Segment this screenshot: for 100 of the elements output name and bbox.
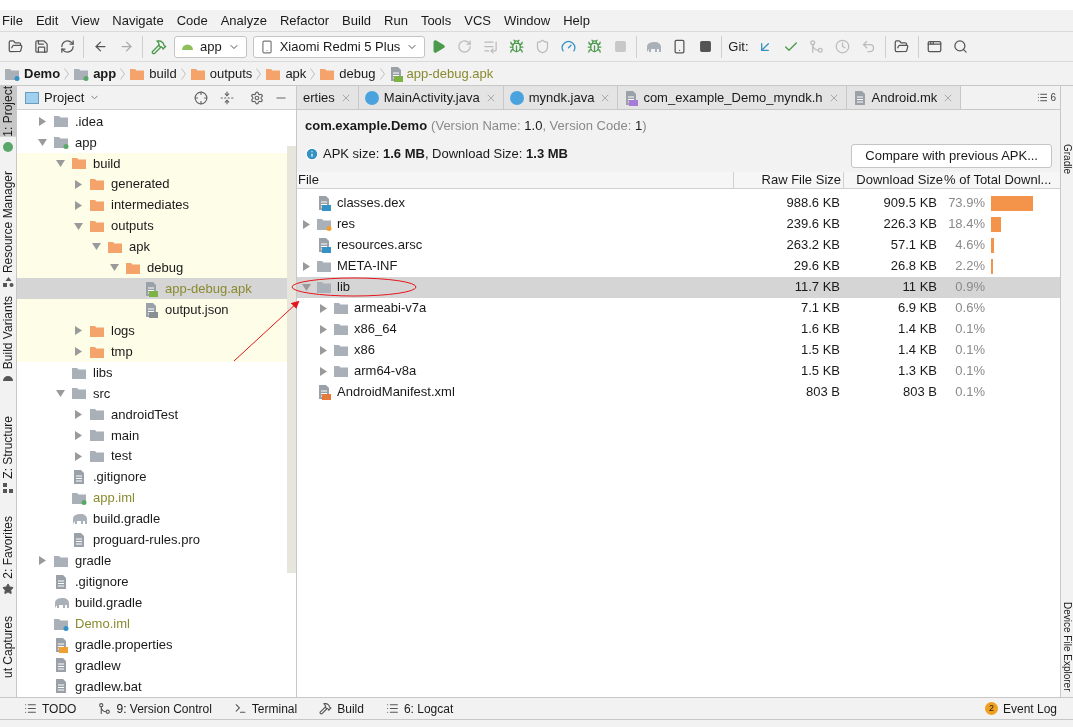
tree-item[interactable]: gradlew.bat (17, 675, 287, 697)
tool-window-tab[interactable]: 2: Favorites (0, 516, 16, 579)
table-row[interactable]: lib 11.7 KB 11 KB 0.9% (297, 276, 1060, 298)
column-header[interactable]: File (297, 169, 734, 190)
menu-item[interactable]: Code (176, 10, 208, 31)
menu-item[interactable]: Window (503, 10, 551, 31)
collapsed-arrow-icon[interactable] (74, 409, 83, 419)
tree-item[interactable]: app.iml (17, 487, 287, 509)
tree-item[interactable]: output.json (17, 299, 287, 321)
editor-tab[interactable]: Android.mk (846, 86, 962, 109)
table-row[interactable]: classes.dex 988.6 KB 909.5 KB 73.9% (297, 192, 1060, 214)
tree-item[interactable]: .gitignore (17, 466, 287, 488)
collapsed-arrow-icon[interactable] (74, 200, 83, 210)
tree-item[interactable]: src (17, 383, 287, 404)
collapsed-arrow-icon[interactable] (74, 451, 83, 461)
breadcrumb[interactable]: debug (319, 63, 376, 84)
tree-item[interactable]: .gitignore (17, 571, 287, 593)
tool-window-button[interactable]: TODO (24, 699, 77, 718)
tool-window-tab[interactable]: 1: Project (0, 86, 16, 137)
editor-tab[interactable]: com_example_Demo_myndk.h (618, 86, 847, 109)
collapsed-arrow-icon[interactable] (319, 366, 328, 376)
expanded-arrow-icon[interactable] (56, 158, 65, 168)
locate-icon[interactable] (194, 90, 208, 105)
editor-tab[interactable]: myndk.java (503, 86, 619, 109)
menu-item[interactable]: Tools (420, 10, 452, 31)
collapsed-arrow-icon[interactable] (74, 179, 83, 189)
menu-item[interactable]: View (71, 10, 100, 31)
column-header[interactable]: % of Total Downl... (943, 169, 1060, 190)
tool-window-tab[interactable]: Gradle (1061, 144, 1073, 174)
menu-item[interactable]: Navigate (112, 10, 164, 31)
tree-item[interactable]: libs (17, 362, 287, 383)
tree-item[interactable]: gradlew (17, 654, 287, 676)
collapsed-arrow-icon[interactable] (302, 219, 311, 229)
breadcrumb[interactable]: outputs (189, 63, 253, 84)
event-log-button[interactable]: 2 Event Log (984, 699, 1057, 718)
table-row[interactable]: META-INF 29.6 KB 26.8 KB 2.2% (297, 255, 1060, 277)
tree-item[interactable]: .idea (17, 111, 287, 132)
menu-item[interactable]: Analyze (220, 10, 267, 31)
collapsed-arrow-icon[interactable] (319, 324, 328, 334)
menu-item[interactable]: Refactor (279, 10, 330, 31)
table-row[interactable]: armeabi-v7a 7.1 KB 6.9 KB 0.6% (297, 297, 1060, 319)
column-header[interactable]: Download Size (844, 169, 943, 190)
tree-item[interactable]: debug (17, 257, 287, 279)
menu-item[interactable]: Help (563, 10, 590, 31)
compare-button[interactable]: Compare with previous APK... (851, 143, 1052, 168)
tool-window-tab[interactable]: Build Variants (0, 296, 16, 370)
tree-item[interactable]: outputs (17, 215, 287, 237)
tool-window-button[interactable]: Build (319, 699, 364, 718)
breadcrumb[interactable]: app (73, 63, 117, 84)
tree-item[interactable]: build.gradle (17, 592, 287, 614)
table-row[interactable]: x86 1.5 KB 1.4 KB 0.1% (297, 339, 1060, 361)
editor-tab[interactable]: erties (297, 86, 359, 109)
table-row[interactable]: x86_64 1.6 KB 1.4 KB 0.1% (297, 318, 1060, 340)
expanded-arrow-icon[interactable] (74, 221, 83, 231)
collapsed-arrow-icon[interactable] (302, 261, 311, 271)
collapsed-arrow-icon[interactable] (38, 556, 47, 566)
run-config-dropdown[interactable]: app (174, 35, 247, 58)
tree-item[interactable]: Demo.iml (17, 613, 287, 635)
tree-item[interactable]: app (17, 131, 287, 153)
collapsed-arrow-icon[interactable] (319, 345, 328, 355)
tree-item[interactable]: build (17, 152, 287, 174)
tool-window-tab[interactable]: Device File Explorer (1061, 601, 1073, 691)
tree-item[interactable]: apk (17, 236, 287, 258)
breadcrumb[interactable]: Demo (4, 63, 61, 84)
tree-item[interactable]: proguard-rules.pro (17, 529, 287, 551)
tree-item[interactable]: intermediates (17, 194, 287, 216)
collapsed-arrow-icon[interactable] (74, 430, 83, 440)
column-header[interactable]: Raw File Size (734, 169, 844, 190)
settings-icon[interactable] (250, 90, 264, 105)
tool-window-button[interactable]: Terminal (233, 699, 298, 718)
tree-item[interactable]: main (17, 424, 287, 446)
scrollbar-thumb[interactable] (287, 146, 296, 573)
collapsed-arrow-icon[interactable] (38, 116, 47, 126)
tree-item[interactable]: gradle.properties (17, 634, 287, 655)
editor-tab[interactable]: MainActivity.java (358, 86, 504, 109)
menu-item[interactable]: VCS (464, 10, 491, 31)
tool-window-tab[interactable]: Z: Structure (0, 416, 16, 479)
collapsed-arrow-icon[interactable] (74, 326, 83, 336)
tree-item[interactable]: build.gradle (17, 508, 287, 530)
tool-window-tab[interactable]: ut Captures (0, 616, 16, 679)
expanded-arrow-icon[interactable] (38, 137, 47, 147)
tree-item[interactable]: test (17, 445, 287, 467)
menu-item[interactable]: File (2, 10, 23, 31)
expanded-arrow-icon[interactable] (110, 263, 119, 273)
expanded-arrow-icon[interactable] (92, 242, 101, 252)
tool-window-tab[interactable]: Resource Manager (0, 171, 16, 274)
table-row[interactable]: AndroidManifest.xml 803 B 803 B 0.1% (297, 381, 1060, 403)
tool-window-button[interactable]: 9: Version Control (98, 699, 212, 718)
table-row[interactable]: res 239.6 KB 226.3 KB 18.4% (297, 213, 1060, 235)
tree-item[interactable]: tmp (17, 341, 287, 363)
expanded-arrow-icon[interactable] (302, 282, 311, 292)
breadcrumb[interactable]: build (129, 63, 177, 84)
menu-item[interactable]: Run (384, 10, 408, 31)
collapse-icon[interactable] (220, 90, 234, 105)
tree-item[interactable]: gradle (17, 550, 287, 572)
menu-item[interactable]: Build (342, 10, 371, 31)
table-row[interactable]: arm64-v8a 1.5 KB 1.3 KB 0.1% (297, 360, 1060, 382)
expanded-arrow-icon[interactable] (56, 388, 65, 398)
tab-list-button[interactable]: 6 (1037, 86, 1060, 109)
collapsed-arrow-icon[interactable] (319, 303, 328, 313)
